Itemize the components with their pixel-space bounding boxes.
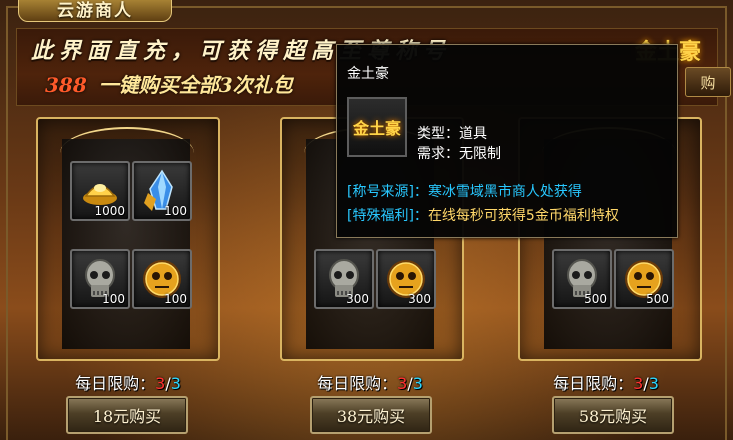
limit-total: 3 [170,374,181,393]
merchant-window: 云游商人 此界面直充，可获得超高至尊称号 金土豪 388一键购买全部3次礼包 购… [0,0,733,440]
limit-used: 3 [397,374,408,393]
item-slot-gold-skull[interactable]: 300 [376,249,436,309]
item-count: 500 [584,292,607,306]
item-slot-blue-crystal[interactable]: 100 [132,161,192,221]
tooltip-source-tag: [称号来源]： [347,184,428,200]
item-count: 300 [408,292,431,306]
item-count: 100 [164,292,187,306]
banner-price: 388 [45,73,87,97]
limit-total: 3 [648,374,659,393]
item-slot-silver-skull[interactable]: 100 [70,249,130,309]
tooltip-icon-text: 金土豪 [352,119,401,138]
buy-pack-3-button[interactable]: 58元购买 [552,396,674,434]
buy-pack-2-button[interactable]: 38元购买 [310,396,432,434]
daily-limit-1: 每日限购：3/3 [48,370,208,394]
item-slot-silver-skull[interactable]: 500 [552,249,612,309]
tooltip-req-label: 需求： [417,146,459,162]
tooltip-title: 金土豪 [347,66,389,82]
banner-subline: 388 一键购买全部3次礼包 [45,69,293,98]
limit-used: 3 [633,374,644,393]
banner-subline-text: 一键购买全部3次礼包 [98,73,293,97]
item-tooltip: 金土豪 金土豪 类型：道具 需求：无限制 [称号来源]：寒冰雪域黑市商人处获得 … [336,44,678,238]
tooltip-type-value: 道具 [459,126,487,142]
title-badge-icon: 金土豪 [347,97,407,157]
item-slot-gold-skull[interactable]: 100 [132,249,192,309]
buy-all-button[interactable]: 购 [685,67,731,97]
item-count: 100 [164,204,187,218]
tooltip-benefit-row: [特殊福利]：在线每秒可获得5金币福利特权 [347,205,619,225]
item-count: 1000 [94,204,125,218]
item-count: 100 [102,292,125,306]
daily-limit-label: 每日限购： [553,374,634,393]
tooltip-type-row: 类型：道具 [417,123,487,143]
tooltip-req-row: 需求：无限制 [417,143,501,163]
gift-pack-1: 1000 100 100 100 [36,117,220,361]
daily-limit-label: 每日限购： [317,374,398,393]
item-slot-gold-ingot[interactable]: 1000 [70,161,130,221]
tooltip-type-label: 类型： [417,126,459,142]
daily-limit-3: 每日限购：3/3 [526,370,686,394]
window-title: 云游商人 [57,0,133,21]
item-slot-silver-skull[interactable]: 300 [314,249,374,309]
limit-used: 3 [155,374,166,393]
daily-limit-2: 每日限购：3/3 [290,370,450,394]
item-slot-gold-skull[interactable]: 500 [614,249,674,309]
tooltip-benefit-tag: [特殊福利]： [347,208,428,224]
item-count: 300 [346,292,369,306]
window-title-tab: 云游商人 [18,0,172,22]
tooltip-source-value: 寒冰雪域黑市商人处获得 [427,184,582,200]
tooltip-req-value: 无限制 [459,146,501,162]
item-count: 500 [646,292,669,306]
buy-pack-1-button[interactable]: 18元购买 [66,396,188,434]
tooltip-source-row: [称号来源]：寒冰雪域黑市商人处获得 [347,181,582,201]
tooltip-benefit-value: 在线每秒可获得5金币福利特权 [427,208,619,224]
daily-limit-label: 每日限购： [75,374,156,393]
limit-total: 3 [412,374,423,393]
